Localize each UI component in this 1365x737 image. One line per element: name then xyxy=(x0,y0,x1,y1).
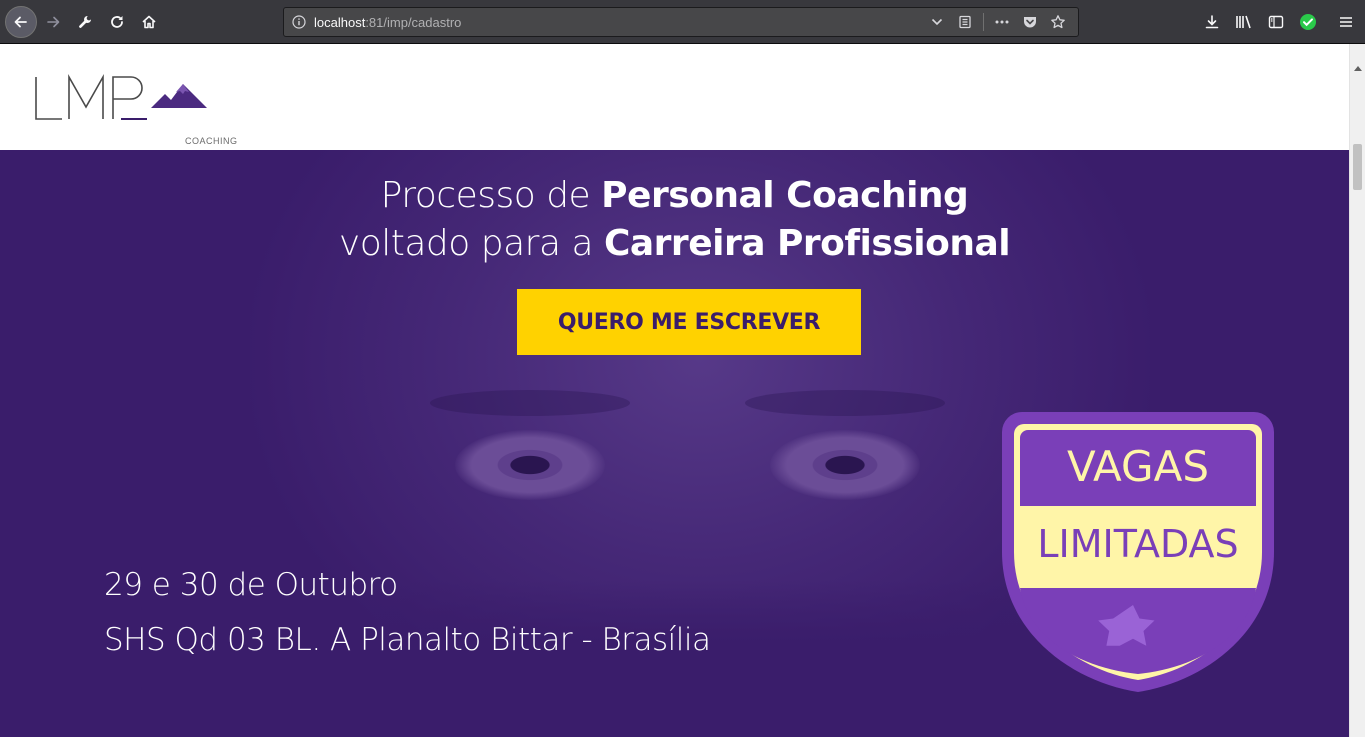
pocket-icon xyxy=(1024,17,1036,28)
url-path: :81/imp/cadastro xyxy=(365,14,462,30)
extension-button[interactable] xyxy=(1295,9,1321,35)
page-actions-button[interactable] xyxy=(988,12,1016,32)
arrow-right-icon xyxy=(47,16,60,28)
event-location: SHS Qd 03 BL. A Planalto Bittar - Brasíl… xyxy=(104,622,711,658)
hero-background-brow-left xyxy=(430,390,630,416)
reader-view-button[interactable] xyxy=(951,12,979,32)
reader-view-icon xyxy=(959,15,971,29)
reload-icon xyxy=(111,16,123,28)
headline-line2-bold: Carreira Profissional xyxy=(603,223,1011,264)
sidebar-button[interactable] xyxy=(1263,9,1289,35)
more-icon xyxy=(995,20,1009,24)
hero-background-eye-right xyxy=(770,430,920,500)
browser-toolbar: localhost:81/imp/cadastro xyxy=(0,0,1365,44)
page-scrollbar[interactable] xyxy=(1349,44,1365,737)
hero-headline: Processo de Personal Coaching voltado pa… xyxy=(0,172,1349,268)
badge-line1: VAGAS xyxy=(1067,442,1209,491)
library-icon xyxy=(1236,15,1251,29)
url-host: localhost xyxy=(314,14,366,30)
limited-spots-badge: VAGAS LIMITADAS xyxy=(1002,412,1274,692)
star-icon xyxy=(1051,15,1065,29)
chevron-down-icon xyxy=(931,18,943,26)
pocket-button[interactable] xyxy=(1016,12,1044,32)
hero-section: Processo de Personal Coaching voltado pa… xyxy=(0,150,1349,737)
headline-line2-light: voltado para a xyxy=(338,223,604,264)
menu-button[interactable] xyxy=(1333,9,1359,35)
logo-graphic xyxy=(35,73,207,120)
library-button[interactable] xyxy=(1231,9,1257,35)
signup-button[interactable]: QUERO ME ESCREVER xyxy=(517,289,861,355)
wrench-icon xyxy=(79,16,91,28)
logo-tagline: COACHING xyxy=(185,136,238,146)
site-info-button[interactable] xyxy=(284,15,314,29)
event-info: 29 e 30 de Outubro SHS Qd 03 BL. A Plana… xyxy=(104,565,711,660)
home-button[interactable] xyxy=(136,9,162,35)
arrow-left-icon xyxy=(14,16,27,28)
scroll-up-button[interactable] xyxy=(1350,60,1365,76)
page-viewport: COACHING Processo de Personal Coaching v… xyxy=(0,44,1349,737)
url-dropdown-button[interactable] xyxy=(923,12,951,32)
downloads-button[interactable] xyxy=(1199,9,1225,35)
site-header: COACHING xyxy=(0,44,1349,150)
event-date: 29 e 30 de Outubro xyxy=(104,567,398,603)
hero-background-eye-left xyxy=(455,430,605,500)
hamburger-menu-icon xyxy=(1340,17,1352,27)
badge-line2: LIMITADAS xyxy=(1037,522,1239,566)
home-icon xyxy=(142,15,156,29)
url-text[interactable]: localhost:81/imp/cadastro xyxy=(314,15,461,30)
lmp-coaching-logo[interactable]: COACHING xyxy=(33,72,237,146)
address-bar-actions xyxy=(923,12,1072,32)
customize-button[interactable] xyxy=(72,9,98,35)
scroll-thumb[interactable] xyxy=(1353,144,1362,190)
divider xyxy=(983,13,984,31)
bookmark-button[interactable] xyxy=(1044,12,1072,32)
chevron-up-icon xyxy=(1354,66,1362,71)
sidebar-icon xyxy=(1268,15,1284,29)
address-bar[interactable]: localhost:81/imp/cadastro xyxy=(283,7,1079,37)
reload-button[interactable] xyxy=(104,9,130,35)
download-icon xyxy=(1205,15,1219,29)
forward-button[interactable] xyxy=(40,9,66,35)
back-button[interactable] xyxy=(5,6,37,38)
hero-background-brow-right xyxy=(745,390,945,416)
headline-line1-light: Processo de xyxy=(380,175,602,216)
check-circle-icon xyxy=(1300,14,1316,30)
headline-line1-bold: Personal Coaching xyxy=(601,175,969,216)
info-icon xyxy=(292,15,306,29)
